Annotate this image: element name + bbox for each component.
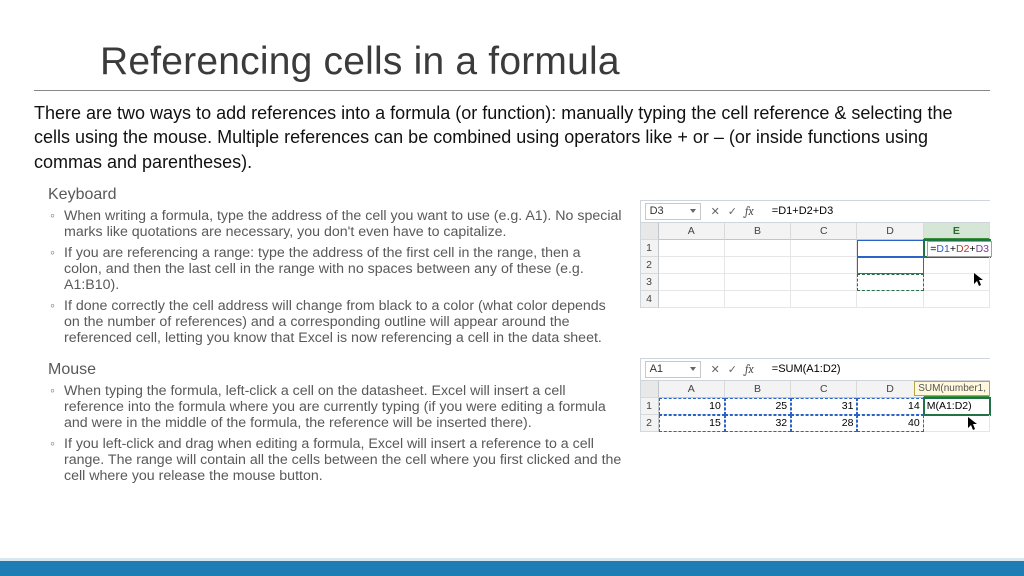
cell-editing[interactable]: M(A1:D2) [924, 398, 990, 415]
cell[interactable] [924, 415, 990, 432]
cell[interactable] [924, 291, 990, 308]
fx-icon[interactable]: fx [745, 362, 760, 376]
cell[interactable]: 14 [857, 398, 923, 415]
name-box[interactable]: D3 [645, 203, 701, 220]
mouse-heading: Mouse [48, 361, 622, 379]
left-column: Keyboard When writing a formula, type th… [34, 184, 630, 485]
cell[interactable] [659, 257, 725, 274]
cell[interactable] [924, 257, 990, 274]
formula-ref: D1 [936, 243, 949, 255]
row-headers: 1 2 [641, 381, 659, 432]
name-box-value: A1 [650, 362, 663, 377]
cell[interactable]: 10 [659, 398, 725, 415]
formula-bar: A1 ✕ ✓ fx =SUM(A1:D2) [641, 359, 990, 381]
cell[interactable] [791, 274, 857, 291]
row-header[interactable]: 3 [641, 274, 659, 291]
list-item: If you are referencing a range: type the… [48, 245, 622, 294]
mouse-block: Mouse When typing the formula, left-clic… [48, 361, 622, 485]
column-header[interactable]: B [725, 223, 791, 240]
list-item: When writing a formula, type the address… [48, 208, 622, 241]
enter-icon[interactable]: ✓ [728, 205, 737, 218]
cell[interactable]: 25 [725, 398, 791, 415]
list-item: If done correctly the cell address will … [48, 298, 622, 347]
content-columns: Keyboard When writing a formula, type th… [34, 184, 990, 485]
grid: 1 2 3 4 A B C D E [641, 223, 990, 308]
fx-icon[interactable]: fx [745, 204, 760, 218]
formula-input[interactable]: =SUM(A1:D2) [766, 363, 990, 375]
cell[interactable]: 15 [659, 415, 725, 432]
excel-screenshot-keyboard: D3 ✕ ✓ fx =D1+D2+D3 1 2 3 [640, 200, 990, 308]
enter-icon[interactable]: ✓ [728, 363, 737, 376]
cell[interactable] [857, 291, 923, 308]
formula-ref: D2 [956, 243, 969, 255]
column-header[interactable]: D [857, 223, 923, 240]
column-header-active[interactable]: E [924, 223, 990, 240]
right-column: D3 ✕ ✓ fx =D1+D2+D3 1 2 3 [630, 184, 990, 485]
cancel-icon[interactable]: ✕ [711, 205, 720, 218]
column-headers: A B C D E [659, 223, 990, 240]
cell[interactable] [659, 291, 725, 308]
cell[interactable]: 40 [857, 415, 923, 432]
formula-ref: D3 [976, 243, 989, 255]
formula-bar-icons: ✕ ✓ fx [705, 204, 766, 218]
cell[interactable] [791, 240, 857, 257]
cancel-icon[interactable]: ✕ [711, 363, 720, 376]
cursor-icon [974, 273, 986, 287]
mouse-bullets: When typing the formula, left-click a ce… [48, 383, 622, 485]
title-rule [34, 90, 990, 91]
column-header[interactable]: A [659, 223, 725, 240]
cell[interactable] [659, 274, 725, 291]
name-box[interactable]: A1 [645, 361, 701, 378]
formula-input[interactable]: =D1+D2+D3 [766, 205, 990, 217]
slide-title: Referencing cells in a formula [34, 40, 990, 84]
cursor-icon [968, 417, 980, 431]
list-item: If you left-click and drag when editing … [48, 436, 622, 485]
inline-edit-text: M(A1:D2) [927, 400, 972, 412]
row-header[interactable]: 1 [641, 398, 659, 415]
chevron-down-icon [690, 209, 696, 213]
keyboard-heading: Keyboard [48, 186, 622, 204]
cell[interactable] [791, 291, 857, 308]
cell[interactable] [725, 257, 791, 274]
row-header[interactable]: 4 [641, 291, 659, 308]
intro-paragraph: There are two ways to add references int… [34, 101, 990, 174]
column-header[interactable]: B [725, 381, 791, 398]
cell[interactable] [725, 274, 791, 291]
formula-bar: D3 ✕ ✓ fx =D1+D2+D3 [641, 201, 990, 223]
keyboard-bullets: When writing a formula, type the address… [48, 208, 622, 347]
cell[interactable] [725, 240, 791, 257]
cell[interactable] [857, 240, 923, 257]
inline-formula-editor[interactable]: =D1+D2+D3 [927, 241, 992, 257]
cell[interactable]: 28 [791, 415, 857, 432]
cell[interactable] [659, 240, 725, 257]
cell[interactable] [725, 291, 791, 308]
chevron-down-icon [690, 367, 696, 371]
cell[interactable] [791, 257, 857, 274]
column-header[interactable]: C [791, 381, 857, 398]
cell[interactable]: 32 [725, 415, 791, 432]
row-header[interactable]: 2 [641, 415, 659, 432]
cell-selected[interactable] [857, 274, 923, 291]
formula-bar-icons: ✕ ✓ fx [705, 362, 766, 376]
cell[interactable]: 31 [791, 398, 857, 415]
function-tooltip: SUM(number1, [914, 381, 990, 396]
list-item: When typing the formula, left-click a ce… [48, 383, 622, 432]
column-header[interactable]: C [791, 223, 857, 240]
row-header[interactable]: 1 [641, 240, 659, 257]
row-header[interactable]: 2 [641, 257, 659, 274]
name-box-value: D3 [650, 204, 664, 219]
select-all-corner[interactable] [641, 223, 659, 240]
slide: Referencing cells in a formula There are… [0, 0, 1024, 576]
row-headers: 1 2 3 4 [641, 223, 659, 308]
columns-area: A B C D E [659, 223, 990, 308]
select-all-corner[interactable] [641, 381, 659, 398]
cell[interactable] [857, 257, 923, 274]
slide-footer-bar [0, 558, 1024, 576]
column-header[interactable]: A [659, 381, 725, 398]
excel-screenshot-mouse: A1 ✕ ✓ fx =SUM(A1:D2) 1 2 [640, 358, 990, 432]
